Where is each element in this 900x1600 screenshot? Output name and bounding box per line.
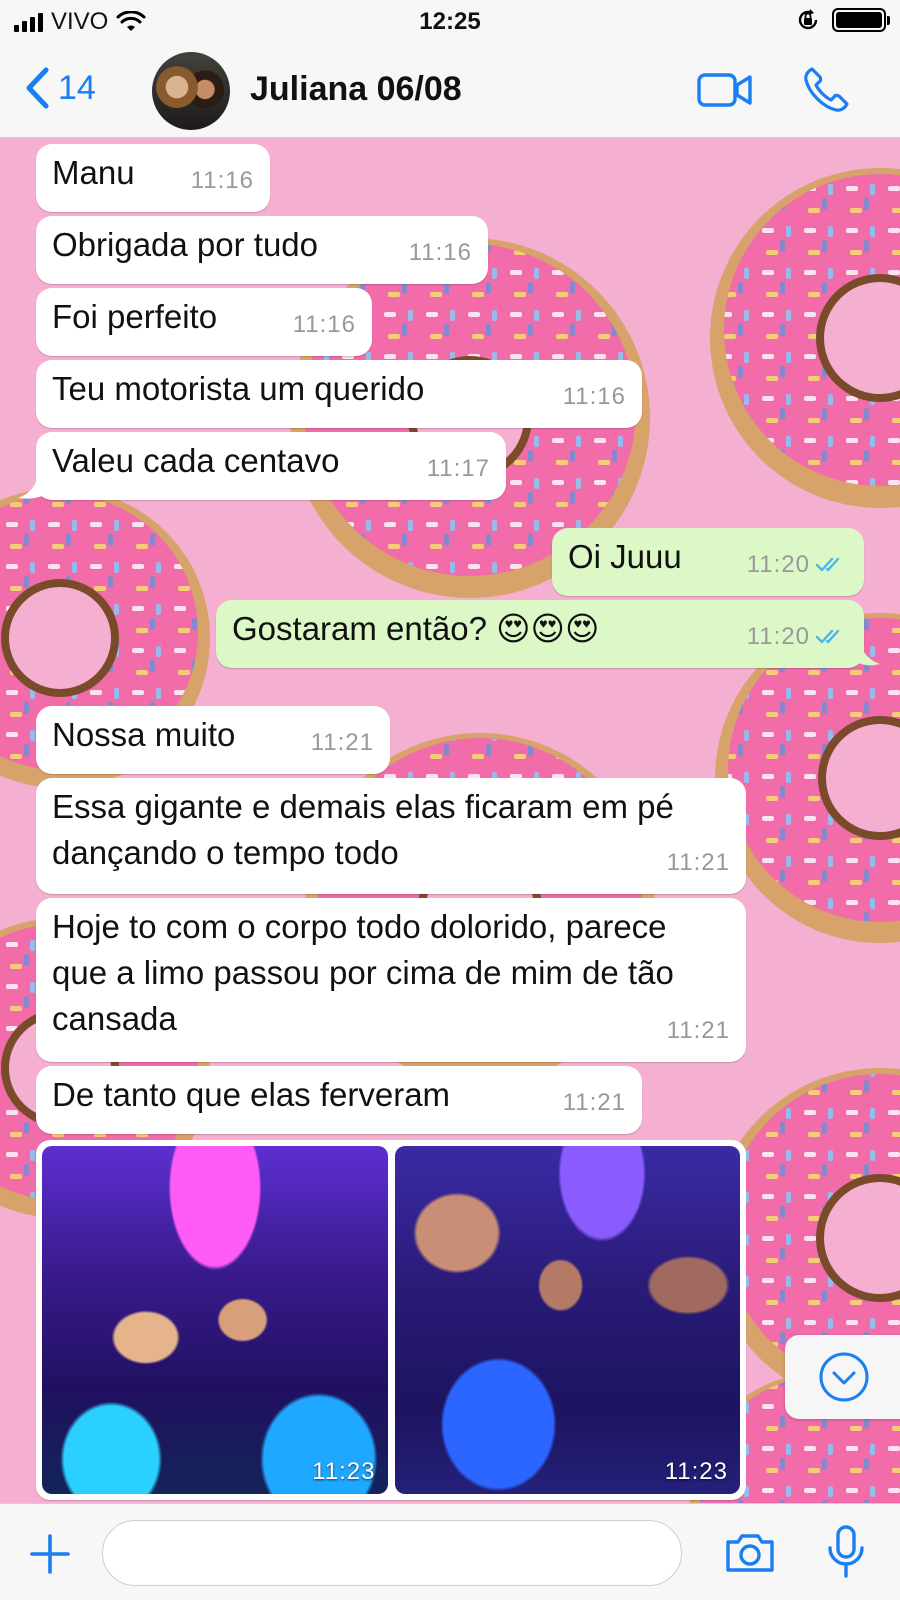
message-time: 11:16	[562, 383, 626, 410]
rotation-lock-icon	[798, 9, 818, 30]
photo-time: 11:23	[664, 1458, 728, 1485]
status-bar-right	[796, 8, 890, 32]
message-time: 11:21	[666, 849, 730, 876]
message-bubble-incoming[interactable]: Valeu cada centavo 11:17	[36, 432, 506, 500]
message-time: 11:16	[292, 311, 356, 338]
video-camera-icon[interactable]	[697, 71, 753, 109]
chat-header: 14 Juliana 06/08	[0, 44, 900, 138]
message-time: 11:20	[746, 551, 810, 578]
chevron-left-icon	[26, 67, 49, 109]
message-time: 11:16	[408, 239, 472, 266]
message-text: Teu motorista um querido	[52, 370, 425, 407]
bubble-tail	[856, 638, 880, 666]
message-text: Manu	[52, 154, 135, 191]
unread-count: 14	[58, 68, 96, 107]
message-time: 11:21	[562, 1089, 626, 1116]
message-time: 11:21	[310, 729, 374, 756]
avatar[interactable]	[152, 52, 230, 130]
donut	[710, 168, 900, 508]
microphone-icon[interactable]	[826, 1524, 866, 1580]
message-text: De tanto que elas ferveram	[52, 1076, 451, 1113]
message-time: 11:21	[666, 1017, 730, 1044]
status-bar: VIVO 12:25	[0, 0, 900, 44]
message-bubble-incoming[interactable]: Hoje to com o corpo todo dolorido, parec…	[36, 898, 746, 1062]
message-meta: 11:20	[747, 542, 848, 588]
scroll-to-bottom-button[interactable]	[785, 1335, 900, 1419]
photo-thumbnail[interactable]: 11:23	[394, 1146, 740, 1494]
message-composer	[0, 1503, 900, 1600]
message-text: Obrigada por tudo	[52, 226, 319, 263]
phone-icon[interactable]	[802, 66, 850, 114]
message-bubble-incoming[interactable]: Foi perfeito 11:16	[36, 288, 372, 356]
message-text: Essa gigante e demais elas ficaram em pé…	[52, 788, 674, 871]
message-bubble-incoming[interactable]: Obrigada por tudo 11:16	[36, 216, 488, 284]
contact-name[interactable]: Juliana 06/08	[250, 70, 462, 109]
chevron-down-circle-icon	[819, 1352, 869, 1402]
message-time: 11:17	[426, 455, 490, 482]
message-bubble-incoming[interactable]: Nossa muito 11:21	[36, 706, 390, 774]
message-input[interactable]	[102, 1520, 682, 1586]
message-text: Nossa muito	[52, 716, 236, 753]
message-bubble-incoming[interactable]: Essa gigante e demais elas ficaram em pé…	[36, 778, 746, 894]
message-text: Oi Juuu	[568, 538, 682, 575]
read-receipt-icon	[816, 557, 840, 572]
message-time: 11:20	[746, 623, 810, 650]
camera-icon[interactable]	[724, 1532, 776, 1574]
message-bubble-outgoing[interactable]: Gostaram então? 😍😍😍 11:20	[216, 600, 864, 668]
message-text: Hoje to com o corpo todo dolorido, parec…	[52, 908, 674, 1037]
bubble-tail	[18, 472, 42, 499]
message-time: 11:16	[190, 167, 254, 194]
plus-icon[interactable]	[28, 1532, 72, 1576]
message-bubble-incoming[interactable]: Teu motorista um querido 11:16	[36, 360, 642, 428]
message-bubble-incoming[interactable]: Manu 11:16	[36, 144, 270, 212]
photo-time: 11:23	[312, 1458, 376, 1485]
photo-thumbnail[interactable]: 11:23	[42, 1146, 388, 1494]
message-bubble-outgoing[interactable]: Oi Juuu 11:20	[552, 528, 864, 596]
back-button[interactable]: 14	[24, 66, 96, 110]
photo-album-message[interactable]: 11:23 11:23	[36, 1140, 746, 1500]
message-text: Foi perfeito	[52, 298, 218, 335]
message-bubble-incoming[interactable]: De tanto que elas ferveram 11:21	[36, 1066, 642, 1134]
message-text: Valeu cada centavo	[52, 442, 340, 479]
chat-area[interactable]: Manu 11:16 Obrigada por tudo 11:16 Foi p…	[0, 138, 900, 1503]
battery-icon	[832, 8, 890, 32]
read-receipt-icon	[816, 629, 840, 644]
message-text: Gostaram então? 😍😍😍	[232, 610, 600, 647]
status-bar-time: 12:25	[419, 8, 481, 35]
message-meta: 11:20	[747, 614, 848, 660]
